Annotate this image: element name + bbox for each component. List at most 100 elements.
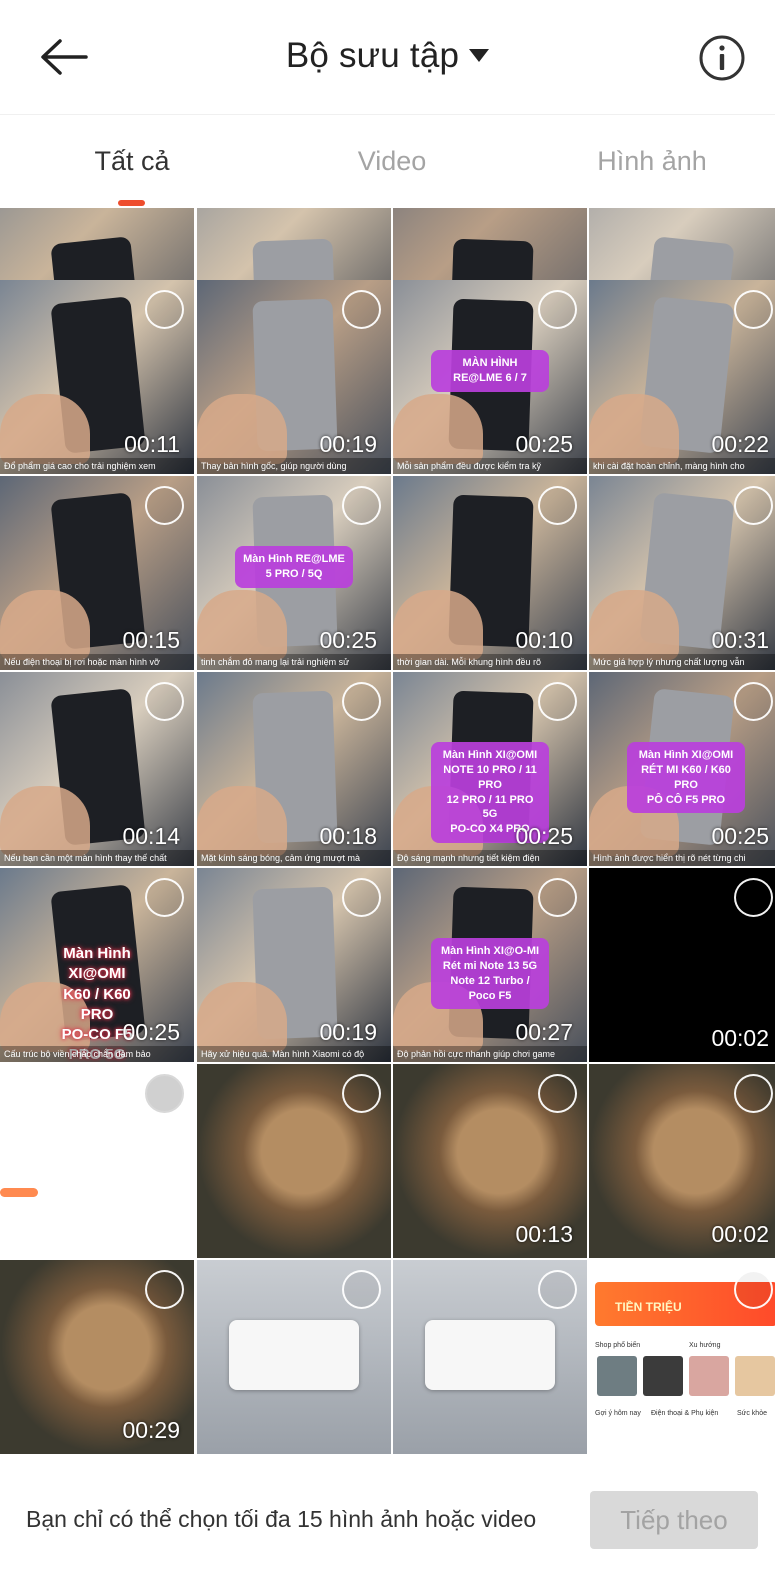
hand-image	[0, 590, 90, 660]
media-item[interactable]: Màn Hình RE@LME 5 PRO / 5Q tinh chắm đỏ m…	[197, 476, 391, 670]
video-duration: 00:25	[515, 431, 573, 457]
video-caption: Nếu điện thoại bị rơi hoặc màn hình vỡ	[0, 654, 194, 670]
video-caption: Nếu bạn cần một màn hình thay thế chất	[0, 850, 194, 866]
select-circle[interactable]	[734, 486, 773, 525]
media-item[interactable]: Màn Hình XI@O-MI Rét mi Note 13 5G Note …	[393, 868, 587, 1062]
video-caption: Hãy xử hiệu quả. Màn hình Xiaomi có độ	[197, 1046, 391, 1062]
video-caption: Mỗi sản phẩm đều được kiểm tra kỹ	[393, 458, 587, 474]
info-button[interactable]	[698, 34, 746, 82]
media-item[interactable]	[197, 1064, 391, 1258]
video-overlay-label: Màn Hình RE@LME 5 PRO / 5Q	[235, 546, 353, 588]
media-item[interactable]: Thay bản hình gốc, giúp người dùng 00:19	[197, 280, 391, 474]
media-item[interactable]: TIỀN TRIỆU Shop phổ biến Xu hướng Gợi ý hôm…	[589, 1260, 775, 1454]
select-circle[interactable]	[342, 1074, 381, 1113]
media-item[interactable]: khi cài đặt hoàn chỉnh, màng hình cho 00:…	[589, 280, 775, 474]
video-caption: thời gian dài. Mỗi khung hình đều rõ	[393, 654, 587, 670]
video-duration: 00:31	[711, 627, 769, 653]
select-circle[interactable]	[538, 1074, 577, 1113]
media-item[interactable]: Mặt kính sáng bóng, cảm ứng mượt mà 00:18	[197, 672, 391, 866]
video-duration: 00:29	[122, 1417, 180, 1443]
video-caption: Mặt kính sáng bóng, cảm ứng mượt mà	[197, 850, 391, 866]
tab-all[interactable]: Tất cả	[22, 146, 242, 177]
video-duration: 00:22	[711, 431, 769, 457]
collection-dropdown[interactable]: Bộ sưu tập	[0, 36, 775, 76]
shop-product-thumbnail	[643, 1356, 683, 1396]
media-item[interactable]: Hãy xử hiệu quả. Màn hình Xiaomi có độ 00…	[197, 868, 391, 1062]
media-item[interactable]	[393, 1260, 587, 1454]
hand-image	[197, 982, 287, 1052]
select-circle[interactable]	[342, 1270, 381, 1309]
select-circle[interactable]	[734, 682, 773, 721]
shop-product-thumbnail	[735, 1356, 775, 1396]
settings-toggle-pill	[0, 1188, 38, 1197]
select-circle[interactable]	[145, 1074, 184, 1113]
media-item[interactable]: Đổ phẩm giá cao cho trải nghiệm xem 00:11	[0, 280, 194, 474]
hand-image	[393, 590, 483, 660]
video-duration: 00:02	[711, 1025, 769, 1051]
video-caption: Cấu trúc bộ viền chắc chắn đảm bảo	[0, 1046, 194, 1062]
hand-image	[0, 394, 90, 464]
video-duration: 00:19	[319, 1019, 377, 1045]
bottom-bar: Bạn chỉ có thể chọn tối đa 15 hình ảnh h…	[0, 1456, 775, 1570]
select-circle[interactable]	[734, 1074, 773, 1113]
shop-section-label: Shop phổ biến	[595, 1342, 641, 1349]
select-circle[interactable]	[538, 682, 577, 721]
video-caption: Độ sáng mạnh nhưng tiết kiệm điện	[393, 850, 587, 866]
video-duration: 00:02	[711, 1221, 769, 1247]
video-caption: Mức giá hợp lý nhưng chất lượng vẫn	[589, 654, 775, 670]
media-item[interactable]: Màn Hình XI@OMI RÉT MI K60 / K60 PRO PÔ …	[589, 672, 775, 866]
select-circle[interactable]	[734, 1270, 773, 1309]
select-circle[interactable]	[538, 290, 577, 329]
media-item[interactable]: thời gian dài. Mỗi khung hình đều rõ 00:1…	[393, 476, 587, 670]
select-circle[interactable]	[342, 290, 381, 329]
next-button[interactable]: Tiếp theo	[590, 1491, 758, 1549]
video-caption: Độ phản hồi cực nhanh giúp chơi game	[393, 1046, 587, 1062]
media-grid: Mỗi sản phẩm được đóng gói cẩn thận00:25…	[0, 208, 775, 1456]
select-circle[interactable]	[734, 290, 773, 329]
video-duration: 00:14	[122, 823, 180, 849]
media-item[interactable]: 00:02	[589, 1064, 775, 1258]
media-item[interactable]: Màn Hình XI@OMI NOTE 10 PRO / 11 PRO 12 …	[393, 672, 587, 866]
video-duration: 00:25	[515, 823, 573, 849]
media-item[interactable]: 00:29	[0, 1260, 194, 1454]
caret-down-icon	[469, 48, 490, 62]
tab-images[interactable]: Hình ảnh	[542, 146, 762, 177]
hand-image	[589, 590, 679, 660]
tab-video[interactable]: Video	[282, 146, 502, 177]
select-circle[interactable]	[342, 682, 381, 721]
shop-product-thumbnail	[689, 1356, 729, 1396]
video-duration: 00:10	[515, 627, 573, 653]
select-circle[interactable]	[145, 878, 184, 917]
media-item[interactable]	[197, 1260, 391, 1454]
select-circle[interactable]	[145, 1270, 184, 1309]
select-circle[interactable]	[538, 878, 577, 917]
video-duration: 00:11	[124, 431, 180, 457]
video-duration: 00:19	[319, 431, 377, 457]
video-duration: 00:25	[122, 1019, 180, 1045]
video-duration: 00:25	[711, 823, 769, 849]
media-item[interactable]: Màn Hình XI@OMI K60 / K60 PRO PO-CO F5 P…	[0, 868, 194, 1062]
select-circle[interactable]	[342, 878, 381, 917]
video-duration: 00:15	[122, 627, 180, 653]
page-title: Bộ sưu tập	[285, 36, 460, 75]
select-circle[interactable]	[145, 486, 184, 525]
video-overlay-label: MÀN HÌNH RE@LME 6 / 7	[431, 350, 549, 392]
media-item[interactable]: Nếu điện thoại bị rơi hoặc màn hình vỡ 00…	[0, 476, 194, 670]
hand-image	[197, 394, 287, 464]
select-circle[interactable]	[145, 290, 184, 329]
select-circle[interactable]	[538, 486, 577, 525]
video-caption: Đổ phẩm giá cao cho trải nghiệm xem	[0, 458, 194, 474]
media-item[interactable]: Nếu bạn cần một màn hình thay thế chất 00…	[0, 672, 194, 866]
media-item[interactable]: 00:13	[393, 1064, 587, 1258]
media-item[interactable]: ắt mặc địnhphímng cảm ứng được cá nhân h…	[0, 1064, 194, 1258]
media-filter-tabs: Tất cả Video Hình ảnh	[0, 118, 775, 206]
media-item[interactable]: MÀN HÌNH RE@LME 6 / 7 Mỗi sản phẩm đều đư…	[393, 280, 587, 474]
dialog-image	[229, 1320, 359, 1390]
select-circle[interactable]	[734, 878, 773, 917]
video-caption: Thay bản hình gốc, giúp người dùng	[197, 458, 391, 474]
select-circle[interactable]	[342, 486, 381, 525]
select-circle[interactable]	[538, 1270, 577, 1309]
select-circle[interactable]	[145, 682, 184, 721]
media-item[interactable]: Mức giá hợp lý nhưng chất lượng vẫn 00:31	[589, 476, 775, 670]
media-item[interactable]: 00:02	[589, 868, 775, 1062]
